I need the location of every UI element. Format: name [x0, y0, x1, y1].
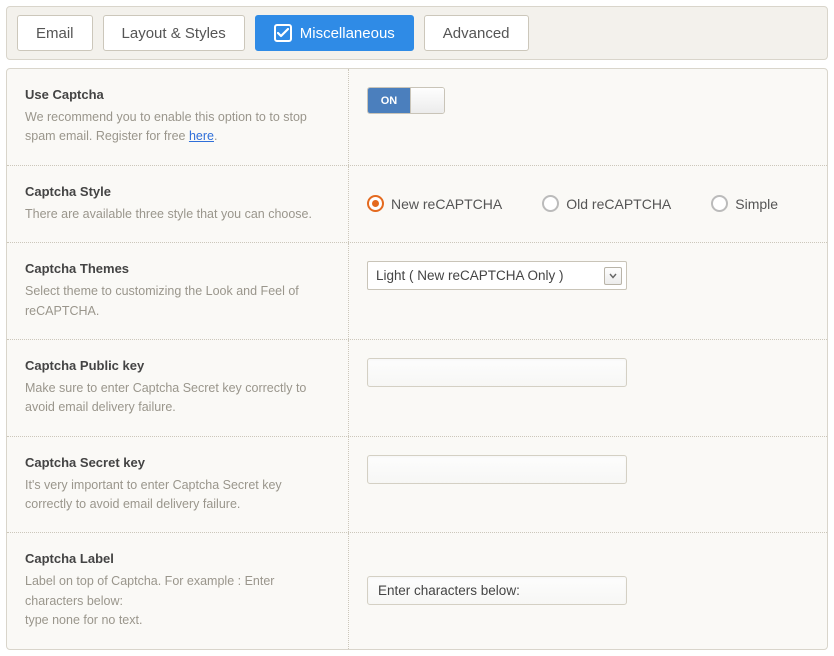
chevron-down-icon: [604, 267, 622, 285]
captcha-style-title: Captcha Style: [25, 184, 330, 199]
radio-simple-label: Simple: [735, 196, 778, 212]
public-key-title: Captcha Public key: [25, 358, 330, 373]
radio-new-label: New reCAPTCHA: [391, 196, 502, 212]
radio-icon: [542, 195, 559, 212]
tabbar: Email Layout & Styles Miscellaneous Adva…: [6, 6, 828, 60]
public-key-input[interactable]: [367, 358, 627, 387]
toggle-knob: [410, 88, 444, 113]
radio-old-recaptcha[interactable]: Old reCAPTCHA: [542, 195, 671, 212]
secret-key-desc: It's very important to enter Captcha Sec…: [25, 476, 330, 515]
captcha-label-desc: Label on top of Captcha. For example : E…: [25, 572, 330, 630]
tab-miscellaneous-label: Miscellaneous: [300, 25, 395, 42]
tab-email-label: Email: [36, 25, 74, 42]
tab-advanced-label: Advanced: [443, 25, 510, 42]
row-captcha-public-key: Captcha Public key Make sure to enter Ca…: [7, 340, 827, 437]
radio-new-recaptcha[interactable]: New reCAPTCHA: [367, 195, 502, 212]
captcha-label-input[interactable]: [367, 576, 627, 605]
row-captcha-themes: Captcha Themes Select theme to customizi…: [7, 243, 827, 340]
select-value: Light ( New reCAPTCHA Only ): [376, 268, 564, 283]
captcha-style-desc: There are available three style that you…: [25, 205, 330, 224]
captcha-label-title: Captcha Label: [25, 551, 330, 566]
tab-layout-label: Layout & Styles: [122, 25, 226, 42]
captcha-themes-select[interactable]: Light ( New reCAPTCHA Only ): [367, 261, 627, 290]
register-link[interactable]: here: [189, 129, 214, 143]
tab-miscellaneous[interactable]: Miscellaneous: [255, 15, 414, 51]
captcha-themes-title: Captcha Themes: [25, 261, 330, 276]
radio-simple[interactable]: Simple: [711, 195, 778, 212]
captcha-themes-desc: Select theme to customizing the Look and…: [25, 282, 330, 321]
settings-panel: Use Captcha We recommend you to enable t…: [6, 68, 828, 650]
captcha-style-radiogroup: New reCAPTCHA Old reCAPTCHA Simple: [367, 195, 778, 212]
radio-icon: [711, 195, 728, 212]
public-key-desc: Make sure to enter Captcha Secret key co…: [25, 379, 330, 418]
tab-advanced[interactable]: Advanced: [424, 15, 529, 51]
tab-layout[interactable]: Layout & Styles: [103, 15, 245, 51]
use-captcha-toggle[interactable]: ON: [367, 87, 445, 114]
row-captcha-label: Captcha Label Label on top of Captcha. F…: [7, 533, 827, 648]
row-captcha-style: Captcha Style There are available three …: [7, 166, 827, 243]
row-captcha-secret-key: Captcha Secret key It's very important t…: [7, 437, 827, 534]
toggle-on-label: ON: [368, 88, 410, 113]
radio-old-label: Old reCAPTCHA: [566, 196, 671, 212]
use-captcha-desc: We recommend you to enable this option t…: [25, 108, 330, 147]
tab-email[interactable]: Email: [17, 15, 93, 51]
checkbox-checked-icon: [274, 24, 292, 42]
radio-icon: [367, 195, 384, 212]
row-use-captcha: Use Captcha We recommend you to enable t…: [7, 69, 827, 166]
secret-key-input[interactable]: [367, 455, 627, 484]
secret-key-title: Captcha Secret key: [25, 455, 330, 470]
use-captcha-title: Use Captcha: [25, 87, 330, 102]
